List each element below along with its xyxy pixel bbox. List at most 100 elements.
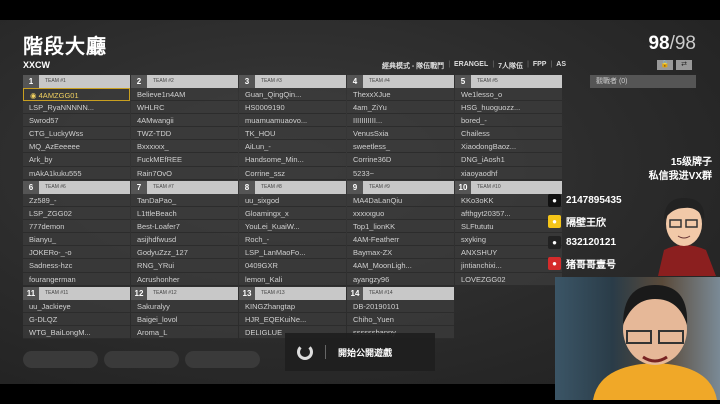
player-slot[interactable]: We1lesso_o [455,88,562,102]
player-slot[interactable]: mAkA1kuku555 [23,167,130,180]
player-slot[interactable]: xxxxxguo [347,207,454,221]
team-header[interactable]: 14 TEAM #14 [347,287,454,300]
player-slot[interactable]: sweetless_ [347,140,454,154]
player-slot[interactable]: Chiho_Yuen [347,313,454,327]
player-slot[interactable]: asijhdfwusd [131,233,238,247]
player-slot[interactable]: Believe1n4AM [131,88,238,102]
player-slot[interactable]: KKo3oKK [455,194,562,208]
team-header[interactable]: 6 TEAM #6 [23,181,130,194]
player-slot[interactable]: 5233~ [347,167,454,180]
player-slot[interactable]: ThexxXJue [347,88,454,102]
team-header[interactable]: 10 TEAM #10 [455,181,562,194]
player-slot[interactable]: Gloamingx_x [239,207,346,221]
player-slot[interactable]: Bianyu_ [23,233,130,247]
player-slot[interactable]: HS0009190 [239,101,346,115]
player-slot[interactable]: Corrine36D [347,153,454,167]
player-slot[interactable]: VenusSxia [347,127,454,141]
player-slot[interactable]: LSP_LanMaoFo... [239,246,346,260]
player-slot[interactable]: ayangzy96 [347,273,454,286]
player-slot[interactable]: LSP_RyaNNNNN... [23,101,130,115]
player-slot[interactable]: DB-20190101 [347,300,454,314]
player-slot[interactable]: Ark_by [23,153,130,167]
player-slot[interactable]: Sakuralyy [131,300,238,314]
player-slot[interactable]: afthgyt20357... [455,207,562,221]
player-slot[interactable]: xiaoyaodhf [455,167,562,180]
lobby-button-2[interactable] [104,351,179,368]
player-slot[interactable]: lemon_Kali [239,273,346,286]
player-slot[interactable]: Baymax-ZX [347,246,454,260]
player-slot[interactable]: KINGZhangtap [239,300,346,314]
player-slot[interactable]: jintianchixi... [455,259,562,273]
player-slot[interactable]: ANXSHUY [455,246,562,260]
lobby-button-1[interactable] [23,351,98,368]
player-slot[interactable]: 0409GXR [239,259,346,273]
player-slot[interactable]: Handsome_Min... [239,153,346,167]
player-slot[interactable]: IIIIIIIIIII... [347,114,454,128]
player-slot[interactable]: 777demon [23,220,130,234]
player-slot[interactable]: WHLRC [131,101,238,115]
player-slot[interactable]: LSP_ZGG02 [23,207,130,221]
player-slot[interactable]: JOKERo-_-o [23,246,130,260]
player-slot[interactable]: TanDaPao_ [131,194,238,208]
player-slot[interactable]: CTG_LuckyWss [23,127,130,141]
player-slot[interactable]: bored_- [455,114,562,128]
team-header[interactable]: 7 TEAM #7 [131,181,238,194]
player-slot[interactable]: L1ttleBeach [131,207,238,221]
player-slot[interactable]: HSG_huoguozz... [455,101,562,115]
player-slot[interactable]: muamuamuaovo... [239,114,346,128]
team-header[interactable]: 2 TEAM #2 [131,75,238,88]
player-slot[interactable]: Corrine_ssz [239,167,346,180]
team-header[interactable]: 9 TEAM #9 [347,181,454,194]
player-slot[interactable]: GodyuZzz_127 [131,246,238,260]
player-slot[interactable]: Chailess [455,127,562,141]
player-slot[interactable]: Sadness-hzc [23,259,130,273]
player-slot[interactable]: Baigei_lovol [131,313,238,327]
player-slot[interactable]: TK_HOU [239,127,346,141]
player-slot[interactable]: Roch_- [239,233,346,247]
player-slot[interactable]: MA4DaLanQiu [347,194,454,208]
player-slot[interactable]: Bxxxxxx_ [131,140,238,154]
player-slot[interactable]: 4am_ZiYu [347,101,454,115]
toggle-icon[interactable]: ⇄ [676,60,692,70]
player-slot[interactable]: G-DLQZ [23,313,130,327]
team-header[interactable]: 12 TEAM #12 [131,287,238,300]
player-slot[interactable]: ◉ 4AMZGG01 [23,88,130,102]
player-slot[interactable]: Acrushonher [131,273,238,286]
player-slot[interactable]: 4AM-Featherr [347,233,454,247]
player-slot[interactable]: 4AM_MoonLigh... [347,259,454,273]
player-slot[interactable]: fourangerman [23,273,130,286]
player-slot[interactable]: Swrod57 [23,114,130,128]
team-header[interactable]: 5 TEAM #5 [455,75,562,88]
player-slot[interactable]: SLFtututu [455,220,562,234]
player-slot[interactable]: WTG_BaiLongM... [23,326,130,340]
player-slot[interactable]: AiLun_- [239,140,346,154]
player-slot[interactable]: DNG_iAosh1 [455,153,562,167]
player-slot[interactable]: RNG_YRui [131,259,238,273]
player-slot[interactable]: Zz589_- [23,194,130,208]
player-slot[interactable]: FuckMEfREE [131,153,238,167]
player-slot[interactable]: MQ_AzEeeeee [23,140,130,154]
player-slot[interactable]: uu_sixgod [239,194,346,208]
player-slot[interactable]: Aroma_L [131,326,238,340]
player-slot[interactable]: YouLei_KuaiW... [239,220,346,234]
player-slot[interactable]: sxyking [455,233,562,247]
player-slot[interactable]: Guan_QingQin... [239,88,346,102]
team-header[interactable]: 13 TEAM #13 [239,287,346,300]
team-header[interactable]: 4 TEAM #4 [347,75,454,88]
team-header[interactable]: 3 TEAM #3 [239,75,346,88]
player-slot[interactable]: TWZ-TDD [131,127,238,141]
player-slot[interactable]: uu_Jackieye [23,300,130,314]
player-slot[interactable]: HJR_EQEKuiNe... [239,313,346,327]
player-slot[interactable]: 4AMwangii [131,114,238,128]
team-header[interactable]: 8 TEAM #8 [239,181,346,194]
player-slot[interactable]: Top1_lionKK [347,220,454,234]
player-slot[interactable]: Rain7OvO [131,167,238,180]
team-header[interactable]: 1 TEAM #1 [23,75,130,88]
player-slot[interactable]: LOVEZGG02 [455,273,562,286]
lobby-button-3[interactable] [185,351,260,368]
player-slot[interactable]: XiaodongBaoz... [455,140,562,154]
spectators-slot[interactable]: 觀戰者 (0) [590,75,696,88]
lock-icon[interactable]: 🔒 [657,60,673,70]
team-header[interactable]: 11 TEAM #11 [23,287,130,300]
player-slot[interactable]: Best-Loafer7 [131,220,238,234]
